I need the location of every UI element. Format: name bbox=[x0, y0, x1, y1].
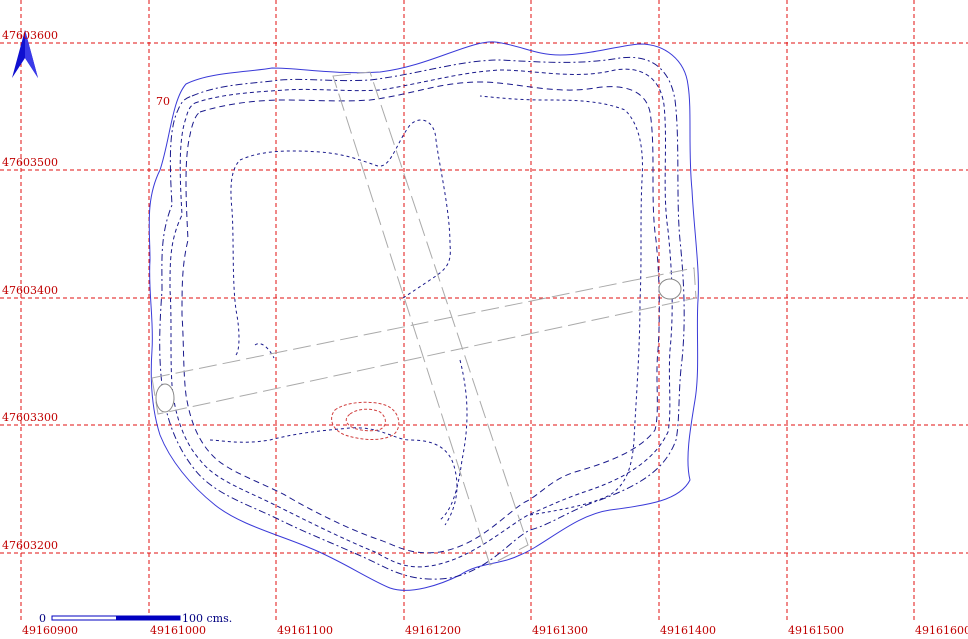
y-tick-label: 47603600 bbox=[2, 29, 58, 42]
trench-north-south bbox=[332, 71, 529, 566]
mound-contour-inner bbox=[345, 408, 386, 432]
x-tick-label: 49161000 bbox=[150, 624, 206, 637]
y-axis-labels: 47603600 47603500 47603400 47603300 4760… bbox=[2, 29, 58, 552]
x-tick-label: 49160900 bbox=[22, 624, 78, 637]
x-tick-label: 49161600 bbox=[915, 624, 968, 637]
scale-bar-fill bbox=[116, 616, 180, 620]
post-hole-east bbox=[658, 278, 682, 300]
post-hole-west bbox=[155, 383, 175, 413]
scale-bar-start-label: 0 bbox=[39, 612, 46, 625]
x-axis-labels: 49160900 49161000 49161100 49161200 4916… bbox=[22, 624, 968, 637]
x-tick-label: 49161200 bbox=[405, 624, 461, 637]
trenches bbox=[151, 71, 697, 566]
x-tick-label: 49161300 bbox=[532, 624, 588, 637]
scale-bar-end-label: 100 cms. bbox=[182, 612, 232, 625]
contour-value-label: 70 bbox=[156, 95, 170, 108]
y-tick-label: 47603200 bbox=[2, 539, 58, 552]
y-tick-label: 47603500 bbox=[2, 156, 58, 169]
y-tick-label: 47603400 bbox=[2, 284, 58, 297]
site-outline bbox=[148, 41, 699, 591]
site-plan-map: 70 47603600 47603500 47603400 47603300 4… bbox=[0, 0, 968, 637]
y-tick-label: 47603300 bbox=[2, 411, 58, 424]
trench-east-west bbox=[151, 267, 697, 415]
contour-line-3 bbox=[181, 81, 660, 554]
contour-line-2 bbox=[169, 68, 673, 568]
x-tick-label: 49161400 bbox=[660, 624, 716, 637]
contour-line-1 bbox=[159, 56, 685, 580]
x-tick-label: 49161100 bbox=[277, 624, 333, 637]
contour-line-4 bbox=[209, 95, 643, 526]
x-tick-label: 49161500 bbox=[788, 624, 844, 637]
